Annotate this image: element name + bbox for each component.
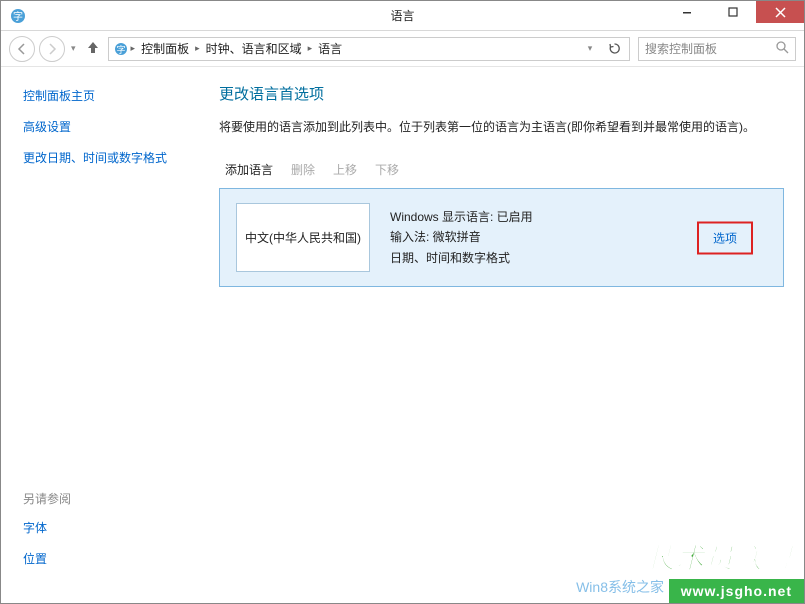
search-icon <box>776 41 789 57</box>
breadcrumb-item[interactable]: 控制面板 <box>137 38 193 59</box>
see-also-fonts[interactable]: 字体 <box>23 519 71 536</box>
move-up-button[interactable]: 上移 <box>333 161 357 178</box>
window-title: 语言 <box>390 7 414 24</box>
title-bar: 字 语言 <box>1 1 804 31</box>
address-dropdown[interactable]: ▾ <box>579 38 601 60</box>
breadcrumb-sep: ▸ <box>131 43 136 54</box>
language-name: 中文(中华人民共和国) <box>236 203 370 272</box>
close-button[interactable] <box>756 1 804 23</box>
svg-text:字: 字 <box>13 10 23 23</box>
search-placeholder: 搜索控制面板 <box>645 40 717 57</box>
language-toolbar: 添加语言 删除 上移 下移 <box>219 155 784 188</box>
add-language-button[interactable]: 添加语言 <box>225 161 273 178</box>
see-also-section: 另请参阅 字体 位置 <box>23 490 71 581</box>
page-heading: 更改语言首选项 <box>219 83 784 104</box>
language-row[interactable]: 中文(中华人民共和国) Windows 显示语言: 已启用 输入法: 微软拼音 … <box>219 188 784 287</box>
sidebar: 控制面板主页 高级设置 更改日期、时间或数字格式 另请参阅 字体 位置 <box>1 67 211 603</box>
svg-text:字: 字 <box>116 44 125 55</box>
refresh-button[interactable] <box>603 38 625 60</box>
breadcrumb-item[interactable]: 语言 <box>314 38 346 59</box>
options-highlight: 选项 <box>697 221 753 254</box>
watermark-subtext: Win8系统之家 <box>576 577 664 597</box>
see-also-title: 另请参阅 <box>23 490 71 507</box>
sidebar-item-home[interactable]: 控制面板主页 <box>23 87 189 104</box>
forward-button[interactable] <box>39 36 65 62</box>
see-also-location[interactable]: 位置 <box>23 550 71 567</box>
watermark-logo: 技术员联盟 <box>647 537 792 577</box>
history-dropdown[interactable]: ▾ <box>71 43 76 54</box>
breadcrumb-item[interactable]: 时钟、语言和区域 <box>202 38 306 59</box>
description-text: 将要使用的语言添加到此列表中。位于列表第一位的语言为主语言(即你希望看到并最常使… <box>219 118 784 135</box>
breadcrumb-sep: ▸ <box>195 43 200 54</box>
search-input[interactable]: 搜索控制面板 <box>638 37 796 61</box>
nav-bar: ▾ 字 ▸ 控制面板 ▸ 时钟、语言和区域 ▸ 语言 ▾ 搜索控制面板 <box>1 31 804 67</box>
app-icon: 字 <box>9 7 27 25</box>
content-area: 更改语言首选项 将要使用的语言添加到此列表中。位于列表第一位的语言为主语言(即你… <box>211 67 804 603</box>
up-button[interactable] <box>82 40 104 57</box>
sidebar-item-date-format[interactable]: 更改日期、时间或数字格式 <box>23 149 189 166</box>
minimize-button[interactable] <box>664 1 710 23</box>
breadcrumb-sep: ▸ <box>308 43 313 54</box>
window-controls <box>664 1 804 23</box>
watermark-url: www.jsgho.net <box>669 579 804 603</box>
address-bar[interactable]: 字 ▸ 控制面板 ▸ 时钟、语言和区域 ▸ 语言 ▾ <box>108 37 630 61</box>
back-button[interactable] <box>9 36 35 62</box>
location-icon: 字 <box>113 41 129 57</box>
sidebar-item-advanced[interactable]: 高级设置 <box>23 118 189 135</box>
remove-button[interactable]: 删除 <box>291 161 315 178</box>
main-area: 控制面板主页 高级设置 更改日期、时间或数字格式 另请参阅 字体 位置 更改语言… <box>1 67 804 603</box>
options-link[interactable]: 选项 <box>713 231 737 245</box>
maximize-button[interactable] <box>710 1 756 23</box>
move-down-button[interactable]: 下移 <box>375 161 399 178</box>
